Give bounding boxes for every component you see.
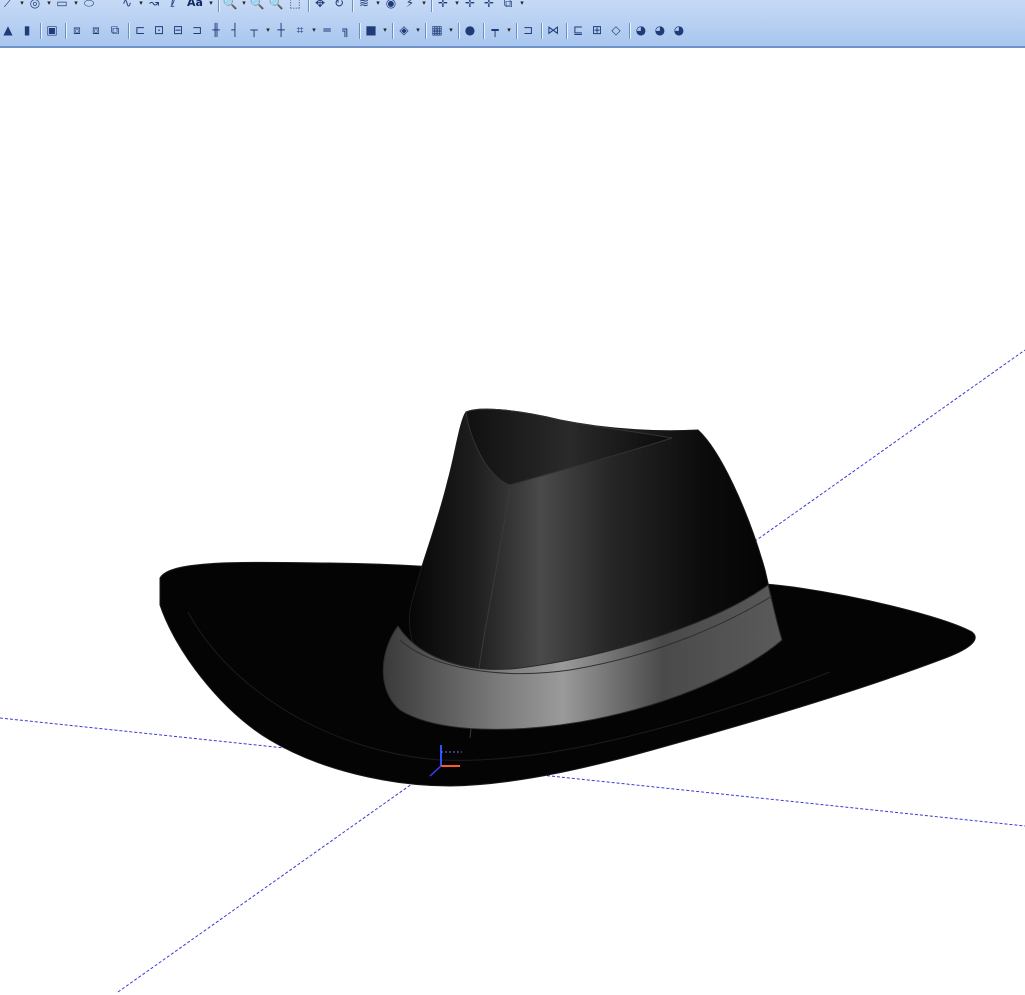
line-tool-icon[interactable]: ⟋ bbox=[0, 0, 16, 11]
fillet-icon[interactable]: ◇ bbox=[608, 22, 624, 38]
dropdown-arrow[interactable]: ▾ bbox=[421, 0, 427, 11]
material-icon[interactable]: ◈ bbox=[396, 22, 412, 38]
pan-icon[interactable]: ✥ bbox=[312, 0, 328, 11]
text-tool-button[interactable]: Aa bbox=[184, 0, 206, 11]
helix-tool-icon[interactable]: ℓ bbox=[165, 0, 181, 11]
dropdown-arrow[interactable]: ▾ bbox=[506, 22, 512, 38]
dropdown-arrow[interactable]: ▾ bbox=[138, 0, 144, 11]
view-icon[interactable]: ◉ bbox=[383, 0, 399, 11]
toolbar-separator bbox=[483, 23, 485, 39]
curve-tool-icon[interactable]: ↝ bbox=[146, 0, 162, 11]
toolbar-separator bbox=[516, 23, 518, 39]
render-region-icon[interactable]: ◕ bbox=[652, 22, 668, 38]
toolbar-separator bbox=[458, 23, 460, 39]
align-left-icon[interactable]: ⊏ bbox=[132, 22, 148, 38]
toolbar-row-2: ▲ ▮ ▣ ⧈ ⧈ ⧉ ⊏ ⊡ ⊟ ⊐ ╫ ┤ ┬ ▾ ┼ ⌗ ▾ ═ ╗ ■ ▾ ◈ ▾ ▦ ▾ ● ┯ ▾ ⊐ ⋈ ⊑ ⊞ ◇ ◕ ◕ ◕ bbox=[0, 20, 1025, 42]
arc-tool-icon[interactable]: ⌒ bbox=[100, 0, 116, 11]
move-icon[interactable]: ✛ bbox=[435, 0, 451, 11]
dropdown-arrow[interactable]: ▾ bbox=[19, 0, 25, 11]
sketch-icon[interactable]: ⚡ bbox=[402, 0, 418, 11]
boolean-union-icon[interactable]: ⧈ bbox=[69, 22, 85, 38]
render-stop-icon[interactable]: ◕ bbox=[671, 22, 687, 38]
rotate-icon[interactable]: ↻ bbox=[331, 0, 347, 11]
zoom-icon[interactable]: 🔍 bbox=[222, 0, 238, 11]
3d-viewport[interactable] bbox=[0, 48, 1025, 995]
rectangle-tool-icon[interactable]: ▭ bbox=[54, 0, 70, 11]
mirror-icon[interactable]: ✛ bbox=[481, 0, 497, 11]
dropdown-arrow[interactable]: ▾ bbox=[382, 22, 388, 38]
layer-icon[interactable]: ≋ bbox=[356, 0, 372, 11]
boolean-intersect-icon[interactable]: ⧉ bbox=[107, 22, 123, 38]
offset-icon[interactable]: ⊞ bbox=[589, 22, 605, 38]
toolbar-separator bbox=[218, 0, 220, 12]
toolbar-row-1: ⟋ ▾ ◎ ▾ ▭ ▾ ⬭ ⌒ ∿ ▾ ↝ ℓ Aa ▾ 🔍 ▾ 🔍 🔍 ⬚ ✥ ↻ ≋ ▾ ◉ ⚡ ▾ ✛ ▾ ✛ ✛ ⧉ ▾ bbox=[0, 0, 1025, 13]
toolbar-separator bbox=[128, 23, 130, 39]
cylinder-icon[interactable]: ▮ bbox=[19, 22, 35, 38]
loft-icon[interactable]: ⋈ bbox=[545, 22, 561, 38]
dropdown-arrow[interactable]: ▾ bbox=[241, 0, 247, 11]
toolbar-separator bbox=[65, 23, 67, 39]
align-right-icon[interactable]: ⊐ bbox=[189, 22, 205, 38]
cone-icon[interactable]: ▲ bbox=[0, 22, 16, 38]
zoom-window-icon[interactable]: ⬚ bbox=[287, 0, 303, 11]
constraint-horizontal-icon[interactable]: ═ bbox=[319, 22, 335, 38]
constraint-perpendicular-icon[interactable]: ┤ bbox=[227, 22, 243, 38]
copy-icon[interactable]: ✛ bbox=[462, 0, 478, 11]
scene-canvas[interactable] bbox=[0, 48, 1025, 995]
toolbar-separator bbox=[40, 23, 42, 39]
texture-icon[interactable]: ▦ bbox=[429, 22, 445, 38]
solid-shading-icon[interactable]: ■ bbox=[363, 22, 379, 38]
light-icon[interactable]: ● bbox=[462, 22, 478, 38]
toolbar-separator bbox=[566, 23, 568, 39]
dropdown-arrow[interactable]: ▾ bbox=[265, 22, 271, 38]
dropdown-arrow[interactable]: ▾ bbox=[375, 0, 381, 11]
toolbar-separator bbox=[392, 23, 394, 39]
boolean-subtract-icon[interactable]: ⧈ bbox=[88, 22, 104, 38]
dropdown-arrow[interactable]: ▾ bbox=[311, 22, 317, 38]
render-icon[interactable]: ◕ bbox=[633, 22, 649, 38]
zoom-in-icon[interactable]: 🔍 bbox=[268, 0, 284, 11]
align-center-icon[interactable]: ⊡ bbox=[151, 22, 167, 38]
toolbar-separator bbox=[431, 0, 433, 12]
toolbar-separator bbox=[359, 23, 361, 39]
dropdown-arrow[interactable]: ▾ bbox=[454, 0, 460, 11]
toolbar-separator bbox=[308, 0, 310, 12]
dropdown-arrow[interactable]: ▾ bbox=[415, 22, 421, 38]
toolbar-separator bbox=[541, 23, 543, 39]
zoom-out-icon[interactable]: 🔍 bbox=[249, 0, 265, 11]
box-icon[interactable]: ▣ bbox=[44, 22, 60, 38]
dropdown-arrow[interactable]: ▾ bbox=[46, 0, 52, 11]
toolbar-separator bbox=[352, 0, 354, 12]
constraint-tangent-icon[interactable]: ┬ bbox=[246, 22, 262, 38]
toolbar-separator bbox=[425, 23, 427, 39]
constraint-coincident-icon[interactable]: ┼ bbox=[273, 22, 289, 38]
constraint-vertical-icon[interactable]: ╗ bbox=[338, 22, 354, 38]
toolbar-separator bbox=[629, 23, 631, 39]
circle-tool-icon[interactable]: ◎ bbox=[27, 0, 43, 11]
toolbar-area: ⟋ ▾ ◎ ▾ ▭ ▾ ⬭ ⌒ ∿ ▾ ↝ ℓ Aa ▾ 🔍 ▾ 🔍 🔍 ⬚ ✥ ↻ ≋ ▾ ◉ ⚡ ▾ ✛ ▾ ✛ ✛ ⧉ ▾ ▲ ▮ ▣ ⧈ ⧈ ⧉… bbox=[0, 0, 1025, 48]
measure-icon[interactable]: ┯ bbox=[487, 22, 503, 38]
spline-tool-icon[interactable]: ∿ bbox=[119, 0, 135, 11]
dropdown-arrow[interactable]: ▾ bbox=[448, 22, 454, 38]
dropdown-arrow[interactable]: ▾ bbox=[208, 0, 214, 11]
dropdown-arrow[interactable]: ▾ bbox=[519, 0, 525, 11]
constraint-parallel-icon[interactable]: ╫ bbox=[208, 22, 224, 38]
shell-icon[interactable]: ⊑ bbox=[570, 22, 586, 38]
ellipse-tool-icon[interactable]: ⬭ bbox=[81, 0, 97, 11]
dropdown-arrow[interactable]: ▾ bbox=[73, 0, 79, 11]
constraint-equal-icon[interactable]: ⌗ bbox=[292, 22, 308, 38]
section-view-icon[interactable]: ⧉ bbox=[500, 0, 516, 11]
align-middle-icon[interactable]: ⊟ bbox=[170, 22, 186, 38]
dimension-icon[interactable]: ⊐ bbox=[520, 22, 536, 38]
